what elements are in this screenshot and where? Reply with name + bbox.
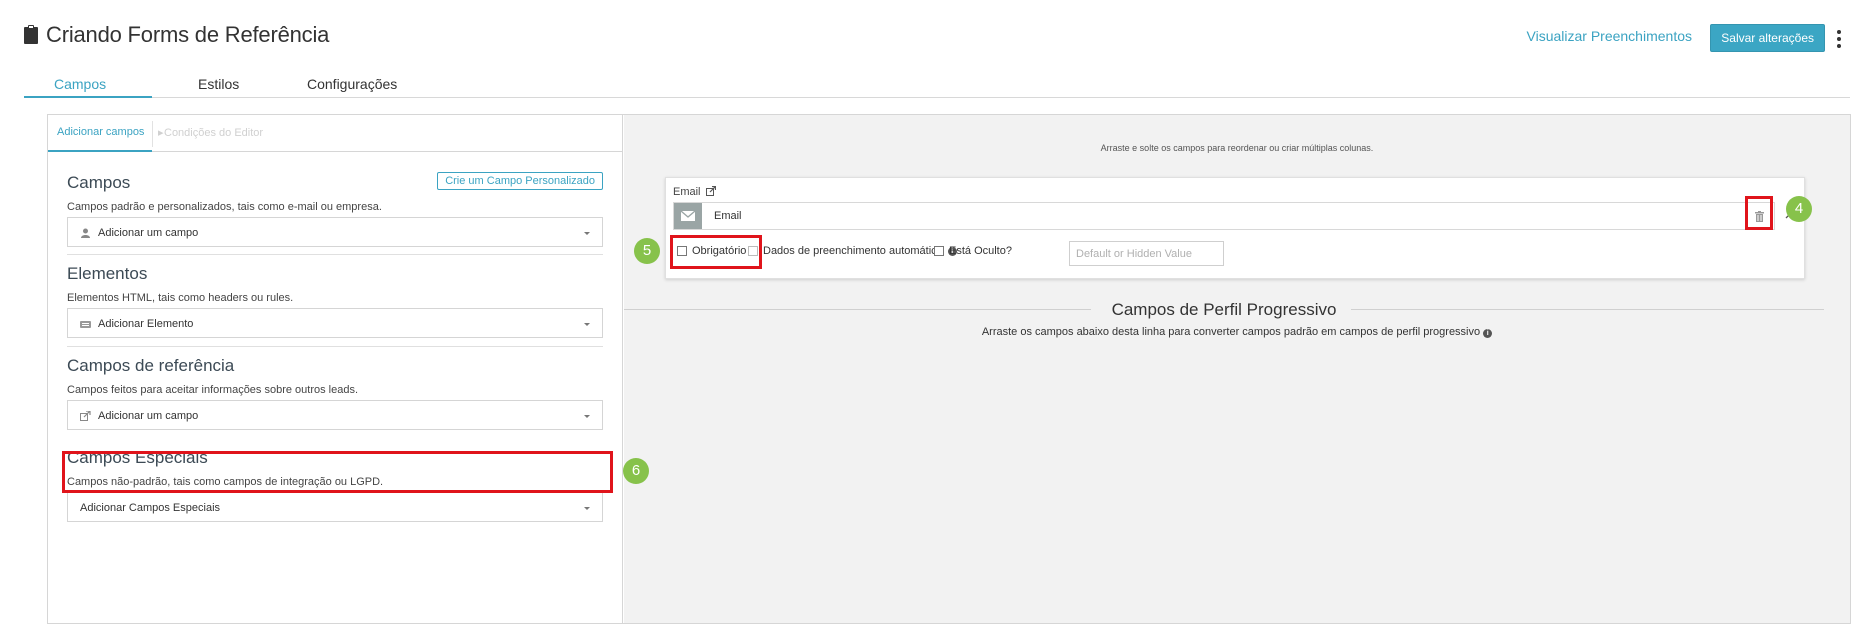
tab-configuracoes[interactable]: Configurações [307, 76, 397, 92]
more-options-icon[interactable] [1837, 30, 1841, 48]
section-divider [67, 254, 603, 255]
section-elements: Elementos Elementos HTML, tais como head… [67, 264, 603, 338]
step-badge-6: 6 [623, 458, 649, 484]
share-icon [80, 411, 91, 421]
autofill-checkbox[interactable]: Dados de preenchimento automático i [748, 245, 957, 257]
save-button[interactable]: Salvar alterações [1710, 24, 1825, 52]
section-description: Elementos HTML, tais como headers ou rul… [67, 292, 294, 304]
trash-icon[interactable] [1755, 211, 1764, 222]
section-divider [67, 346, 603, 347]
add-special-fields-dropdown[interactable]: Adicionar Campos Especiais [67, 492, 603, 522]
view-submissions-link[interactable]: Visualizar Preenchimentos [1527, 28, 1693, 44]
page-title: Criando Forms de Referência [46, 22, 330, 47]
dropdown-label: Adicionar Campos Especiais [80, 502, 221, 514]
drag-hint: Arraste e solte os campos para reordenar… [1100, 143, 1374, 153]
caret-down-icon [584, 507, 590, 510]
progressive-description: Arraste os campos abaixo desta linha par… [624, 326, 1850, 338]
info-icon[interactable]: i [1483, 329, 1493, 338]
option-label: Dados de preenchimento automático [763, 245, 943, 257]
field-name: Email [673, 186, 701, 198]
section-title: Campos de referência [67, 356, 235, 375]
hidden-checkbox[interactable]: Está Oculto? [934, 245, 1012, 257]
page-header: Criando Forms de Referência Visualizar P… [24, 22, 1867, 54]
checkbox[interactable] [748, 246, 758, 256]
tab-campos[interactable]: Campos [54, 76, 106, 92]
section-special-fields: Campos Especiais Campos não-padrão, tais… [67, 448, 603, 522]
checkbox[interactable] [677, 246, 687, 256]
keyboard-icon [80, 321, 91, 328]
option-label: Está Oculto? [949, 245, 1012, 257]
field-options: Obrigatório Dados de preenchimento autom… [673, 241, 1793, 266]
caret-down-icon [584, 323, 590, 326]
step-badge-5: 5 [634, 238, 660, 264]
envelope-icon-box [674, 203, 702, 229]
section-description: Campos padrão e personalizados, tais com… [67, 201, 382, 213]
option-label: Obrigatório [692, 245, 747, 257]
form-editor: Adicionar campos ▸Condições do Editor Ca… [47, 114, 1851, 624]
section-reference-fields: Campos de referência Campos feitos para … [67, 356, 603, 430]
subtab-add-fields[interactable]: Adicionar campos [57, 126, 144, 138]
add-reference-field-dropdown[interactable]: Adicionar um campo [67, 400, 603, 430]
main-tabs: Campos Estilos Configurações [24, 72, 1850, 98]
form-canvas: Arraste e solte os campos para reordenar… [624, 115, 1850, 623]
add-field-dropdown[interactable]: Adicionar um campo [67, 217, 603, 247]
dropdown-label: Adicionar um campo [98, 227, 199, 239]
create-custom-field-button[interactable]: Crie um Campo Personalizado [437, 172, 603, 190]
caret-down-icon [584, 415, 590, 418]
user-icon [81, 228, 90, 238]
hidden-value-input[interactable] [1069, 241, 1224, 266]
subtabs: Adicionar campos ▸Condições do Editor [48, 115, 623, 152]
clipboard-icon [24, 25, 38, 44]
section-fields: Campos Campos padrão e personalizados, t… [67, 172, 603, 247]
section-description: Campos feitos para aceitar informações s… [67, 384, 359, 396]
active-subtab-indicator [48, 150, 152, 152]
subtab-editor-conditions[interactable]: ▸Condições do Editor [158, 126, 263, 139]
external-link-icon[interactable] [706, 186, 716, 196]
tab-estilos[interactable]: Estilos [198, 76, 239, 92]
checkbox[interactable] [934, 246, 944, 256]
add-element-dropdown[interactable]: Adicionar Elemento [67, 308, 603, 338]
step-badge-4: 4 [1786, 196, 1812, 222]
email-field-preview: Email [673, 202, 1775, 230]
email-field-card[interactable]: Email Email Obrigatório Dados de preench… [665, 177, 1805, 279]
section-title: Elementos [67, 264, 148, 283]
field-input-label: Email [714, 210, 742, 222]
section-description: Campos não-padrão, tais como campos de i… [67, 476, 384, 488]
progressive-title: Campos de Perfil Progressivo [1111, 300, 1337, 319]
field-library-panel: Adicionar campos ▸Condições do Editor Ca… [48, 115, 623, 623]
section-title: Campos Especiais [67, 448, 208, 467]
active-tab-indicator [24, 96, 152, 98]
subtab-divider [152, 121, 153, 147]
caret-down-icon [584, 232, 590, 235]
envelope-icon [681, 211, 695, 221]
dropdown-label: Adicionar um campo [98, 410, 199, 422]
required-checkbox[interactable]: Obrigatório [677, 245, 746, 257]
dropdown-label: Adicionar Elemento [98, 318, 194, 330]
